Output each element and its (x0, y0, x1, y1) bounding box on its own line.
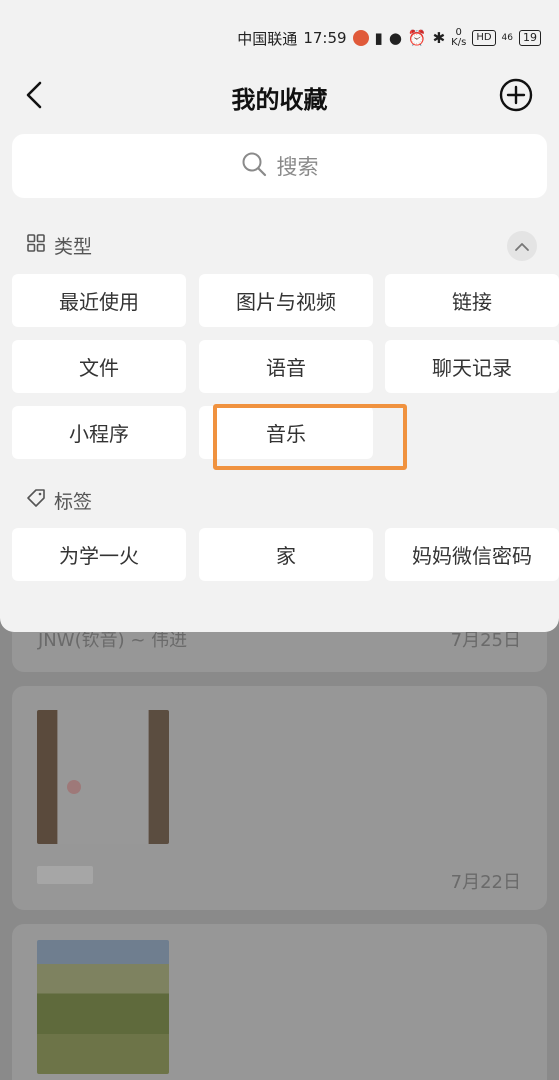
alarm-icon: ⏰ (407, 29, 427, 47)
search-input[interactable]: 搜索 (12, 134, 547, 198)
type-chip-voice[interactable]: 语音 (199, 340, 373, 393)
type-chip-mini-programs[interactable]: 小程序 (12, 406, 186, 459)
nav-bar: 我的收藏 (0, 70, 559, 120)
list-item-thumbnail (37, 710, 169, 844)
carrier-label: 中国联通 (237, 29, 298, 48)
type-chip-images-videos[interactable]: 图片与视频 (199, 274, 373, 327)
signal-icon: 46 (501, 33, 513, 43)
type-chip-chat-history[interactable]: 聊天记录 (385, 340, 559, 393)
type-chip-recent[interactable]: 最近使用 (12, 274, 186, 327)
tag-section-title: 标签 (54, 491, 93, 513)
type-chip-links[interactable]: 链接 (385, 274, 559, 327)
battery-saver-icon: ▮ (374, 29, 383, 47)
app-notification-icon (352, 30, 369, 46)
type-section-header: 类型 (26, 232, 92, 259)
clock: 17:59 (303, 29, 347, 47)
list-item-thumbnail (37, 940, 169, 1074)
hd-badge: HD (472, 30, 496, 46)
tag-chip[interactable]: 为学一火 (12, 528, 186, 581)
status-bar: 中国联通 17:59 ▮ ● ⏰ ✱ 0 K/s HD 46 19 (237, 24, 541, 52)
page-title: 我的收藏 (231, 86, 328, 114)
tag-icon (26, 488, 46, 513)
tag-chip[interactable]: 妈妈微信密码 (385, 528, 559, 581)
collapse-button[interactable] (507, 231, 537, 261)
net-speed-unit: K/s (451, 37, 467, 48)
bluetooth-icon: ✱ (432, 29, 446, 47)
battery-icon: 19 (519, 30, 541, 46)
type-section-title: 类型 (54, 236, 93, 258)
list-item[interactable]: 7月22日 (12, 686, 547, 910)
chevron-up-icon (514, 237, 530, 256)
search-placeholder: 搜索 (276, 155, 319, 179)
favorites-filter-sheet: 中国联通 17:59 ▮ ● ⏰ ✱ 0 K/s HD 46 19 我的收藏 搜… (0, 0, 559, 632)
search-icon (241, 151, 267, 181)
tag-section-header: 标签 (26, 487, 92, 514)
add-circle-icon[interactable] (499, 78, 533, 112)
list-item[interactable] (12, 924, 547, 1080)
type-chip-files[interactable]: 文件 (12, 340, 186, 393)
type-chip-music[interactable]: 音乐 (199, 406, 373, 459)
list-item-source (37, 866, 93, 884)
message-icon: ● (388, 29, 402, 47)
net-speed: 0 K/s (451, 28, 466, 48)
tag-chip[interactable]: 家 (199, 528, 373, 581)
grid-icon (26, 233, 46, 258)
list-item-date: 7月22日 (450, 872, 521, 893)
